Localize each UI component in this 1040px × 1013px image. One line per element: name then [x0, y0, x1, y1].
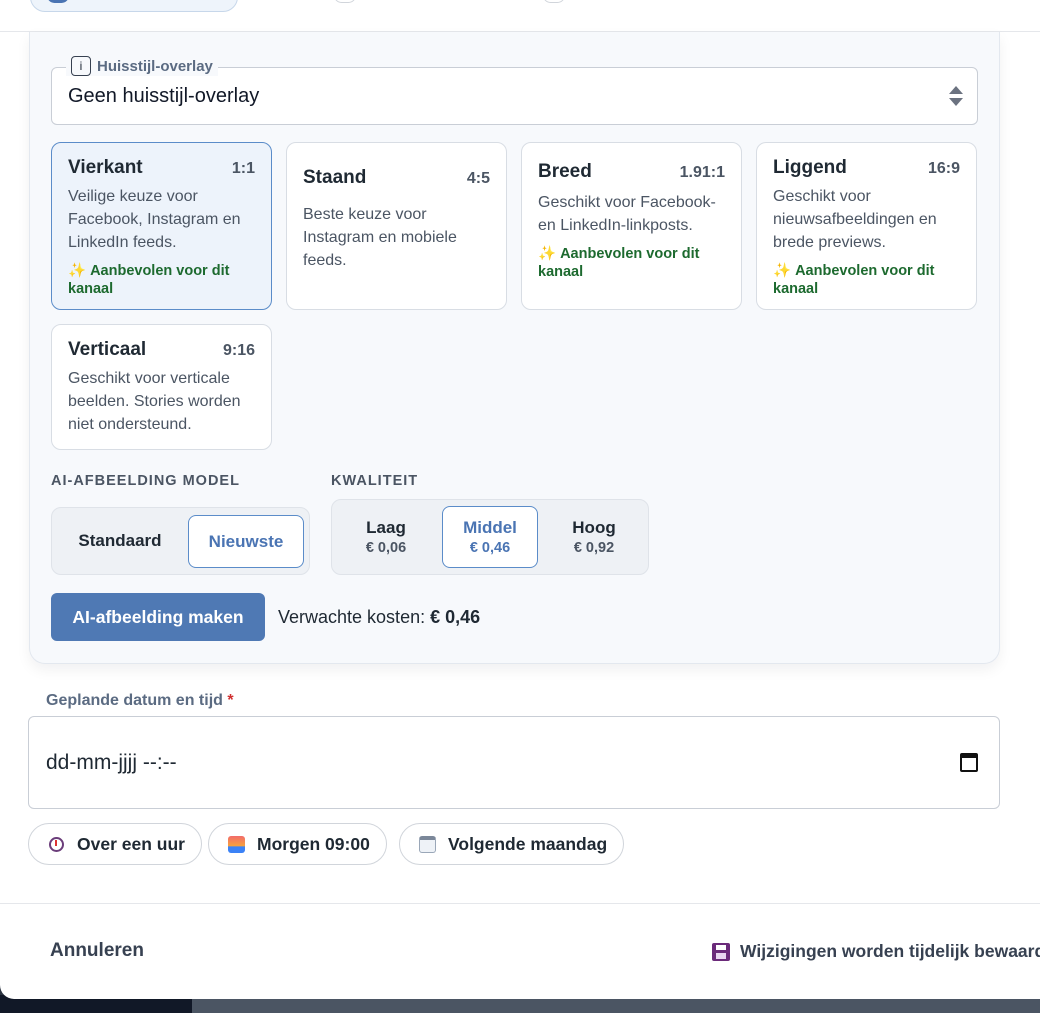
quality-option-middel[interactable]: Middel € 0,46: [442, 506, 538, 568]
expected-cost: Verwachte kosten: € 0,46: [278, 607, 481, 627]
format-ratio: 9:16: [222, 342, 255, 359]
quality-option-hoog[interactable]: Hoog € 0,92: [546, 506, 642, 568]
autosave-note: Wijzigingen worden tijdelijk bewaard i: [712, 941, 1040, 962]
quick-pick-over-een-uur[interactable]: Over een uur: [28, 823, 202, 865]
model-section-label: AI-AFBEELDING MODEL: [51, 473, 240, 489]
calendar-icon[interactable]: [960, 753, 978, 772]
sparkle-icon: ✨: [538, 246, 557, 262]
overlay-legend: i Huisstijl-overlay: [66, 56, 218, 76]
format-description: Beste keuze voor Instagram en mobiele fe…: [303, 206, 457, 269]
required-mark: *: [227, 692, 234, 709]
expected-cost-value: € 0,46: [430, 607, 481, 627]
format-title: Liggend: [773, 157, 847, 178]
model-option-standaard[interactable]: Standaard: [58, 514, 182, 568]
schedule-label: Geplande datum en tijd *: [46, 692, 234, 709]
format-ratio: 4:5: [466, 170, 490, 187]
format-description: Veilige keuze voor Facebook, Instagram e…: [68, 188, 241, 251]
format-card-verticaal[interactable]: Verticaal 9:16 Geschikt voor verticale b…: [51, 324, 272, 450]
schedule-datetime-input[interactable]: dd-mm-jjjj --:--: [28, 716, 1000, 809]
format-title: Verticaal: [68, 339, 147, 360]
quality-section-label: KWALITEIT: [331, 473, 419, 489]
image-settings-panel: i Huisstijl-overlay Geen huisstijl-overl…: [29, 32, 1000, 664]
format-title: Vierkant: [68, 157, 143, 178]
select-arrows-icon: [949, 86, 963, 108]
format-card-staand[interactable]: Staand 4:5 Beste keuze voor Instagram en…: [286, 142, 507, 310]
step-tabs: [0, 0, 1040, 32]
format-card-breed[interactable]: Breed 1.91:1 Geschikt voor Facebook- en …: [521, 142, 742, 310]
post-editor-modal: i Huisstijl-overlay Geen huisstijl-overl…: [0, 0, 1040, 999]
format-ratio: 16:9: [927, 160, 960, 177]
floppy-disk-icon: [712, 942, 730, 961]
overlay-select[interactable]: i Huisstijl-overlay Geen huisstijl-overl…: [51, 56, 978, 125]
calendar-small-icon: [418, 835, 436, 853]
format-card-vierkant[interactable]: Vierkant 1:1 Veilige keuze voor Facebook…: [51, 142, 272, 310]
sparkle-icon: ✨: [68, 263, 87, 279]
recommended-badge: ✨ Aanbevolen voor dit kanaal: [773, 263, 935, 297]
format-title: Breed: [538, 161, 592, 182]
sunrise-icon: [227, 835, 245, 853]
model-option-nieuwste[interactable]: Nieuwste: [188, 515, 304, 568]
info-icon: i: [71, 56, 91, 76]
sparkle-icon: ✨: [773, 263, 792, 279]
datetime-placeholder: dd-mm-jjjj --:--: [46, 751, 177, 774]
format-ratio: 1:1: [231, 160, 255, 177]
step-indicator-3[interactable]: [543, 0, 565, 3]
step-indicator-2[interactable]: [334, 0, 356, 3]
generate-image-button[interactable]: AI-afbeelding maken: [51, 593, 265, 641]
format-card-liggend[interactable]: Liggend 16:9 Geschikt voor nieuwsafbeeld…: [756, 142, 977, 310]
footer-divider: [0, 903, 1040, 904]
format-title: Staand: [303, 167, 367, 188]
format-description: Geschikt voor nieuwsafbeeldingen en bred…: [773, 188, 937, 251]
format-description: Geschikt voor Facebook- en LinkedIn-link…: [538, 194, 716, 234]
cancel-button[interactable]: Annuleren: [50, 940, 144, 962]
quality-option-laag[interactable]: Laag € 0,06: [338, 506, 434, 568]
recommended-badge: ✨ Aanbevolen voor dit kanaal: [68, 263, 230, 297]
overlay-legend-label: Huisstijl-overlay: [97, 57, 213, 75]
quick-pick-morgen[interactable]: Morgen 09:00: [208, 823, 387, 865]
recommended-badge: ✨ Aanbevolen voor dit kanaal: [538, 246, 700, 280]
quick-pick-volgende-maandag[interactable]: Volgende maandag: [399, 823, 625, 865]
format-description: Geschikt voor verticale beelden. Stories…: [68, 370, 241, 433]
timer-icon: [47, 835, 65, 853]
format-ratio: 1.91:1: [679, 164, 725, 181]
overlay-select-value: Geen huisstijl-overlay: [68, 85, 260, 107]
quality-toggle: Laag € 0,06 Middel € 0,46 Hoog € 0,92: [331, 499, 649, 575]
model-toggle: Standaard Nieuwste: [51, 507, 310, 575]
